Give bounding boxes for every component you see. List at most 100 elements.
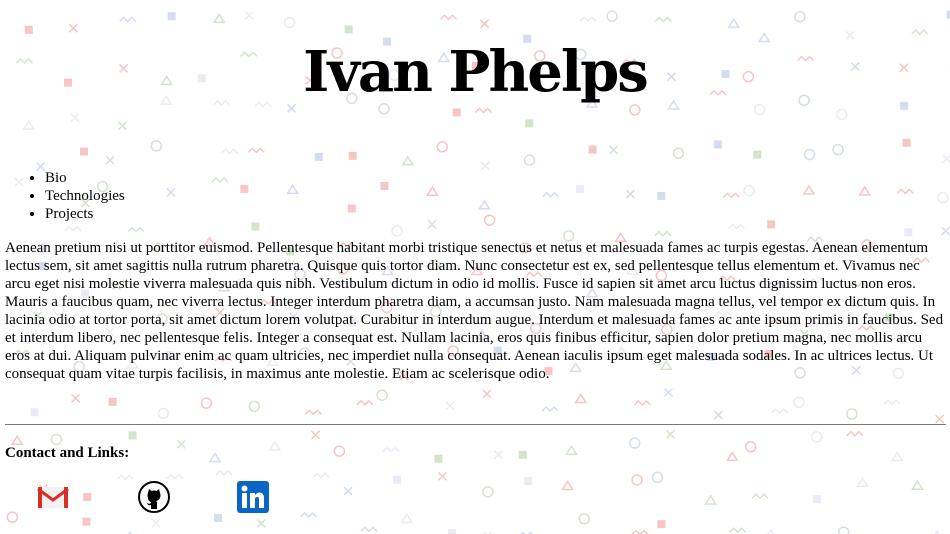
pattern-shape: [631, 529, 649, 534]
gmail-link[interactable]: [36, 480, 70, 514]
pattern-shape: [518, 450, 527, 459]
pattern-shape: [802, 184, 816, 195]
pattern-shape: [393, 475, 402, 484]
section-divider: [5, 424, 946, 425]
pattern-shape: [767, 528, 774, 534]
linkedin-icon: [237, 481, 269, 513]
pattern-shape: [343, 486, 353, 496]
pattern-shape: [427, 219, 437, 229]
pattern-shape: [657, 191, 666, 200]
pattern-shape: [310, 430, 321, 440]
pattern-shape: [117, 121, 127, 131]
pattern-shape: [911, 479, 924, 490]
pattern-shape: [436, 141, 449, 153]
pattern-shape: [666, 429, 676, 439]
pattern-shape: [251, 222, 260, 231]
pattern-shape: [312, 472, 330, 479]
pattern-shape: [244, 10, 254, 20]
pattern-shape: [578, 513, 591, 525]
pattern-shape: [654, 230, 672, 237]
pattern-shape: [167, 12, 176, 21]
pattern-shape: [314, 153, 323, 162]
nav-menu: Bio Technologies Projects: [5, 169, 125, 223]
pattern-shape: [447, 529, 456, 534]
nav-item-bio[interactable]: Bio: [45, 169, 125, 187]
pattern-shape: [426, 185, 439, 196]
pattern-shape: [579, 16, 597, 23]
pattern-shape: [221, 148, 239, 155]
nav-item-projects[interactable]: Projects: [45, 205, 125, 223]
pattern-shape: [904, 228, 913, 237]
linkedin-link[interactable]: [236, 480, 270, 514]
pattern-shape: [524, 477, 533, 486]
pattern-shape: [856, 476, 869, 488]
pattern-shape: [211, 176, 229, 184]
page-title: Ivan Phelps: [303, 39, 649, 105]
pattern-shape: [286, 183, 300, 194]
pattern-shape: [525, 119, 534, 128]
pattern-shape: [483, 214, 496, 226]
pattern-shape: [382, 446, 400, 453]
pattern-shape: [722, 192, 740, 199]
pattern-shape: [574, 393, 588, 404]
pattern-shape: [608, 145, 619, 155]
pattern-shape: [633, 399, 651, 407]
pattern-shape: [482, 389, 492, 399]
pattern-shape: [575, 185, 584, 194]
pattern-shape: [858, 185, 872, 196]
pattern-shape: [480, 161, 490, 171]
pattern-shape: [150, 140, 163, 152]
pattern-shape: [846, 430, 864, 437]
pattern-shape: [304, 409, 322, 416]
pattern-shape: [713, 410, 723, 420]
pattern-shape: [729, 527, 747, 534]
pattern-shape: [588, 145, 597, 154]
pattern-shape: [24, 25, 33, 34]
pattern-shape: [946, 10, 950, 19]
pattern-shape: [64, 225, 82, 232]
pattern-shape: [268, 440, 282, 451]
pattern-shape: [30, 408, 39, 417]
pattern-shape: [166, 473, 184, 480]
pattern-shape: [212, 13, 226, 24]
pattern-shape: [356, 399, 374, 406]
pattern-shape: [105, 155, 115, 165]
pattern-shape: [942, 154, 950, 164]
pattern-shape: [439, 14, 457, 21]
pattern-shape: [157, 407, 170, 420]
github-link[interactable]: [137, 480, 171, 514]
pattern-shape: [911, 29, 929, 36]
pattern-shape: [380, 182, 389, 191]
pattern-shape: [606, 10, 618, 23]
pattern-shape: [883, 399, 901, 406]
pattern-shape: [628, 437, 641, 449]
pattern-shape: [493, 450, 503, 460]
pattern-shape: [360, 526, 378, 533]
pattern-shape: [810, 431, 823, 443]
pattern-shape: [482, 486, 494, 498]
pattern-shape: [935, 414, 945, 424]
pattern-shape: [902, 138, 911, 147]
pattern-shape: [452, 108, 461, 117]
pattern-shape: [68, 23, 78, 33]
pattern-shape: [625, 189, 635, 199]
pattern-shape: [770, 407, 789, 414]
pattern-shape: [727, 223, 746, 230]
pattern-shape: [657, 520, 666, 529]
pattern-shape: [654, 16, 672, 23]
nav-item-technologies[interactable]: Technologies: [45, 187, 125, 205]
pattern-shape: [937, 191, 949, 204]
pattern-shape: [434, 454, 443, 463]
pattern-shape: [376, 389, 388, 401]
pattern-shape: [437, 471, 447, 481]
pattern-shape: [82, 517, 91, 526]
pattern-shape: [344, 25, 353, 34]
pattern-shape: [71, 393, 81, 403]
pattern-shape: [836, 108, 848, 121]
pattern-shape: [70, 113, 80, 123]
pattern-shape: [213, 514, 222, 523]
pattern-shape: [474, 107, 493, 114]
pattern-shape: [248, 400, 261, 413]
pattern-shape: [725, 451, 739, 462]
github-icon: [138, 481, 170, 513]
